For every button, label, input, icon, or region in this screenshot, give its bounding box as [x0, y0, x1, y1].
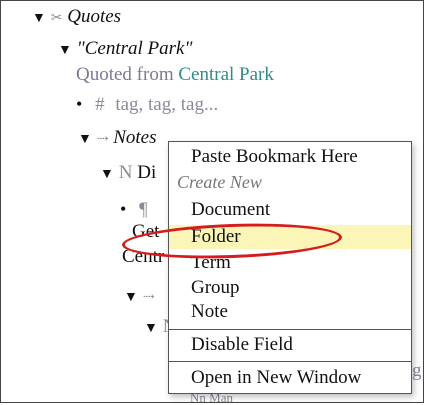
hash-icon: # [95, 94, 105, 115]
menu-item-disable-field[interactable]: Disable Field [169, 333, 411, 357]
quotes-label: Quotes [67, 6, 122, 27]
tags-row[interactable]: • # tag, tag, tag... [76, 93, 218, 116]
menu-item-folder[interactable]: Folder [169, 225, 411, 249]
scissors-icon: ✂ [50, 11, 63, 26]
n-item-label: Di [137, 162, 157, 183]
central-park-link[interactable]: Central Park [178, 64, 274, 85]
disclosure-triangle-icon[interactable]: ▼ [124, 287, 138, 309]
tree-row-n-item[interactable]: ▼ N Di [100, 162, 156, 186]
tree-row-notes[interactable]: ▼ ⇢ Notes [78, 127, 157, 151]
bullet-icon: • [120, 199, 127, 219]
note-n-icon: N [118, 162, 133, 183]
tree-row-central-park[interactable]: ▼ "Central Park" [58, 38, 192, 62]
tree-row-quotes[interactable]: ▼ ✂ Quotes [32, 6, 121, 30]
menu-item-term[interactable]: Term [169, 251, 411, 275]
paragraph-row[interactable]: • ¶ [120, 198, 148, 221]
paragraph-text-fragment: Get [132, 221, 160, 242]
clipped-fragment: g [412, 360, 422, 381]
menu-item-paste-bookmark[interactable]: Paste Bookmark Here [169, 145, 411, 169]
paragraph-text-fragment-2: Centr [122, 246, 165, 267]
menu-separator [169, 361, 411, 362]
quoted-from-prefix: Quoted from [76, 64, 174, 85]
menu-item-note[interactable]: Note [169, 300, 411, 324]
disclosure-triangle-icon[interactable]: ▼ [32, 8, 46, 30]
tags-field[interactable]: tag, tag, tag... [115, 94, 218, 115]
menu-separator [169, 329, 411, 330]
menu-item-open-new-window[interactable]: Open in New Window [169, 366, 411, 390]
pilcrow-icon: ¶ [139, 199, 148, 220]
quoted-from-line: Quoted from Central Park [76, 64, 274, 86]
disclosure-triangle-icon[interactable]: ▼ [58, 40, 72, 62]
context-menu: Paste Bookmark Here Create New Document … [168, 141, 412, 394]
tree-row-sub-link[interactable]: ▼ ⇢ [124, 285, 154, 309]
disclosure-triangle-icon[interactable]: ▼ [78, 129, 92, 151]
menu-header-create-new: Create New [177, 172, 262, 192]
menu-item-document[interactable]: Document [169, 198, 411, 222]
disclosure-triangle-icon[interactable]: ▼ [100, 164, 114, 186]
bullet-icon: • [76, 94, 83, 114]
disclosure-triangle-icon[interactable]: ▼ [144, 318, 158, 340]
quote-title: "Central Park" [76, 38, 193, 59]
notes-label: Notes [113, 127, 157, 148]
link-arrow-icon: ⇢ [96, 132, 109, 147]
menu-item-group[interactable]: Group [169, 276, 411, 300]
